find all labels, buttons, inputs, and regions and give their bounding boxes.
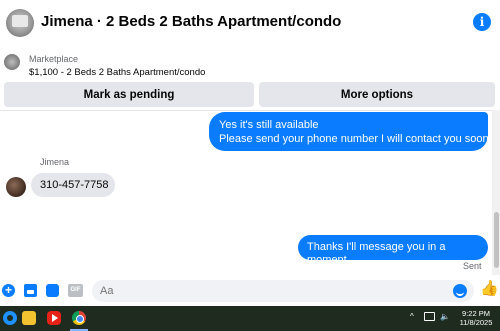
message-line: Please send your phone number I will con… xyxy=(219,133,492,145)
scrollbar-thumb[interactable] xyxy=(494,212,499,268)
sender-avatar[interactable] xyxy=(6,177,26,197)
incoming-message[interactable]: 310-457-7758 xyxy=(31,173,115,197)
gif-icon[interactable]: GIF xyxy=(68,284,83,297)
more-options-button[interactable]: More options xyxy=(259,82,495,107)
message-input[interactable] xyxy=(92,280,474,302)
message-status: Sent xyxy=(463,261,482,271)
outgoing-message[interactable]: Yes it's still available Please send you… xyxy=(209,112,492,151)
clock-date: 11/8/2025 xyxy=(459,318,493,327)
emoji-icon[interactable] xyxy=(453,284,467,298)
like-icon[interactable]: 👍 xyxy=(480,281,499,297)
mark-as-pending-button[interactable]: Mark as pending xyxy=(4,82,254,107)
volume-icon[interactable]: 🔈 xyxy=(440,312,450,321)
folder-icon[interactable] xyxy=(22,311,36,325)
photo-icon[interactable] xyxy=(24,284,37,297)
system-clock[interactable]: 9:22 PM 11/8/2025 xyxy=(456,309,496,327)
outgoing-message[interactable]: Thanks I'll message you in a moment xyxy=(298,235,488,266)
info-icon[interactable]: i xyxy=(473,13,491,31)
listing-thumbnail[interactable] xyxy=(4,54,20,70)
clock-time: 9:22 PM xyxy=(462,309,490,318)
messenger-window: Jimena · 2 Beds 2 Baths Apartment/condo … xyxy=(0,0,500,331)
chevron-up-icon[interactable]: ^ xyxy=(410,312,414,321)
conversation-title[interactable]: Jimena · 2 Beds 2 Baths Apartment/condo xyxy=(41,13,341,30)
sticker-icon[interactable] xyxy=(46,284,59,297)
youtube-icon[interactable] xyxy=(47,311,61,325)
sender-name: Jimena xyxy=(40,157,70,167)
chrome-icon[interactable] xyxy=(72,311,86,325)
start-icon[interactable] xyxy=(3,311,17,325)
message-line: Yes it's still available xyxy=(219,119,319,131)
marketplace-label: Marketplace xyxy=(29,54,79,64)
network-icon[interactable] xyxy=(424,312,435,321)
listing-price-title[interactable]: $1,100 - 2 Beds 2 Baths Apartment/condo xyxy=(29,67,205,78)
plus-icon[interactable]: + xyxy=(2,284,15,297)
contact-avatar[interactable] xyxy=(6,9,34,37)
